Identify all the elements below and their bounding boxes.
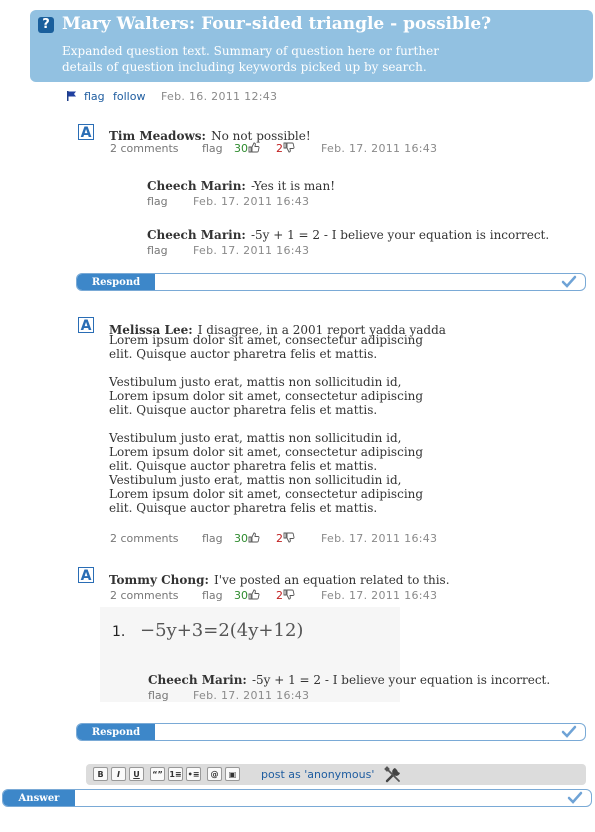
tools-icon[interactable] (384, 766, 402, 783)
vote-down[interactable]: 2 (276, 532, 295, 545)
thumbs-up-icon[interactable] (248, 142, 260, 153)
thumbs-up-icon[interactable] (248, 589, 260, 600)
question-follow-link[interactable]: follow (113, 90, 145, 103)
bold-button[interactable]: B (93, 767, 108, 781)
vote-up-count: 30 (234, 532, 248, 545)
numbered-list-button[interactable]: 1≡ (168, 767, 183, 781)
comment-flag-link[interactable]: flag (148, 689, 169, 702)
link-button[interactable]: @ (207, 767, 222, 781)
vote-down-count: 2 (276, 532, 283, 545)
submit-check-icon[interactable] (567, 791, 583, 805)
respond-field[interactable]: Respond (76, 723, 586, 741)
flag-link[interactable]: flag (202, 589, 223, 602)
comments-link[interactable]: 2 comments (110, 589, 179, 602)
respond-button[interactable]: Respond (77, 274, 155, 290)
answer-icon: A (78, 317, 94, 334)
flag-link[interactable]: flag (202, 142, 223, 155)
question-icon: ? (38, 17, 54, 33)
question-title: Mary Walters: Four-sided triangle - poss… (62, 14, 492, 34)
answer-author: Tim Meadows: (109, 129, 206, 143)
answer-icon: A (78, 567, 94, 584)
respond-button[interactable]: Respond (77, 724, 155, 740)
comment-author: Cheech Marin: (148, 673, 247, 687)
flag-link[interactable]: flag (202, 532, 223, 545)
answer-body: Lorem ipsum dolor sit amet, consectetur … (109, 333, 424, 515)
vote-up[interactable]: 30 (234, 532, 260, 545)
quote-button[interactable]: “” (150, 767, 165, 781)
comment-date: Feb. 17. 2011 16:43 (193, 244, 310, 257)
comment-2: Cheech Marin: -5y + 1 = 2 - I believe yo… (147, 224, 549, 243)
comment-text: -Yes it is man! (250, 179, 336, 193)
question-flag-link[interactable]: flag (84, 90, 105, 103)
vote-up-count: 30 (234, 142, 248, 155)
submit-check-icon[interactable] (561, 725, 577, 739)
underline-button[interactable]: U (129, 767, 144, 781)
comment-date: Feb. 17. 2011 16:43 (193, 195, 310, 208)
answer-text: I've posted an equation related to this. (214, 573, 450, 587)
flag-icon[interactable] (66, 90, 78, 102)
comment-flag-link[interactable]: flag (147, 244, 168, 257)
thumbs-down-icon[interactable] (283, 589, 295, 600)
answer-date: Feb. 17. 2011 16:43 (321, 142, 438, 155)
vote-up-count: 30 (234, 589, 248, 602)
answer-date: Feb. 17. 2011 16:43 (321, 589, 438, 602)
bullet-list-button[interactable]: •≡ (186, 767, 201, 781)
comments-link[interactable]: 2 comments (110, 142, 179, 155)
editor-toolbar: B I U “” 1≡ •≡ @ ▣ post as 'anonymous' (86, 764, 586, 785)
answer-field[interactable]: Answer (2, 789, 592, 807)
comment-text: -5y + 1 = 2 - I believe your equation is… (251, 673, 551, 687)
vote-up[interactable]: 30 (234, 142, 260, 155)
vote-down[interactable]: 2 (276, 589, 295, 602)
image-button[interactable]: ▣ (225, 767, 240, 781)
question-date: Feb. 16. 2011 12:43 (161, 90, 278, 103)
italic-button[interactable]: I (111, 767, 126, 781)
vote-down-count: 2 (276, 589, 283, 602)
answer-button[interactable]: Answer (3, 790, 75, 806)
answer-date: Feb. 17. 2011 16:43 (321, 532, 438, 545)
comments-link[interactable]: 2 comments (110, 532, 179, 545)
vote-down[interactable]: 2 (276, 142, 295, 155)
post-as-link[interactable]: post as 'anonymous' (261, 768, 374, 781)
answer-author: Tommy Chong: (109, 573, 209, 587)
comment-1: Cheech Marin: -Yes it is man! (147, 175, 335, 194)
thumbs-up-icon[interactable] (248, 532, 260, 543)
comment-author: Cheech Marin: (147, 228, 246, 242)
answer-text: No not possible! (211, 129, 311, 143)
comment-3: Cheech Marin: -5y + 1 = 2 - I believe yo… (148, 669, 550, 688)
submit-check-icon[interactable] (561, 275, 577, 289)
vote-up[interactable]: 30 (234, 589, 260, 602)
comment-date: Feb. 17. 2011 16:43 (193, 689, 310, 702)
equation: −5y+3=2(4y+12) (140, 620, 304, 641)
thumbs-down-icon[interactable] (283, 532, 295, 543)
comment-author: Cheech Marin: (147, 179, 246, 193)
vote-down-count: 2 (276, 142, 283, 155)
respond-field[interactable]: Respond (76, 273, 586, 291)
thumbs-down-icon[interactable] (283, 142, 295, 153)
comment-flag-link[interactable]: flag (147, 195, 168, 208)
comment-text: -5y + 1 = 2 - I believe your equation is… (250, 228, 550, 242)
answer-3-header: Tommy Chong: I've posted an equation rel… (109, 569, 450, 588)
answer-icon: A (78, 124, 94, 141)
equation-number: 1. (112, 624, 126, 640)
question-summary: Expanded question text. Summary of quest… (62, 44, 439, 74)
